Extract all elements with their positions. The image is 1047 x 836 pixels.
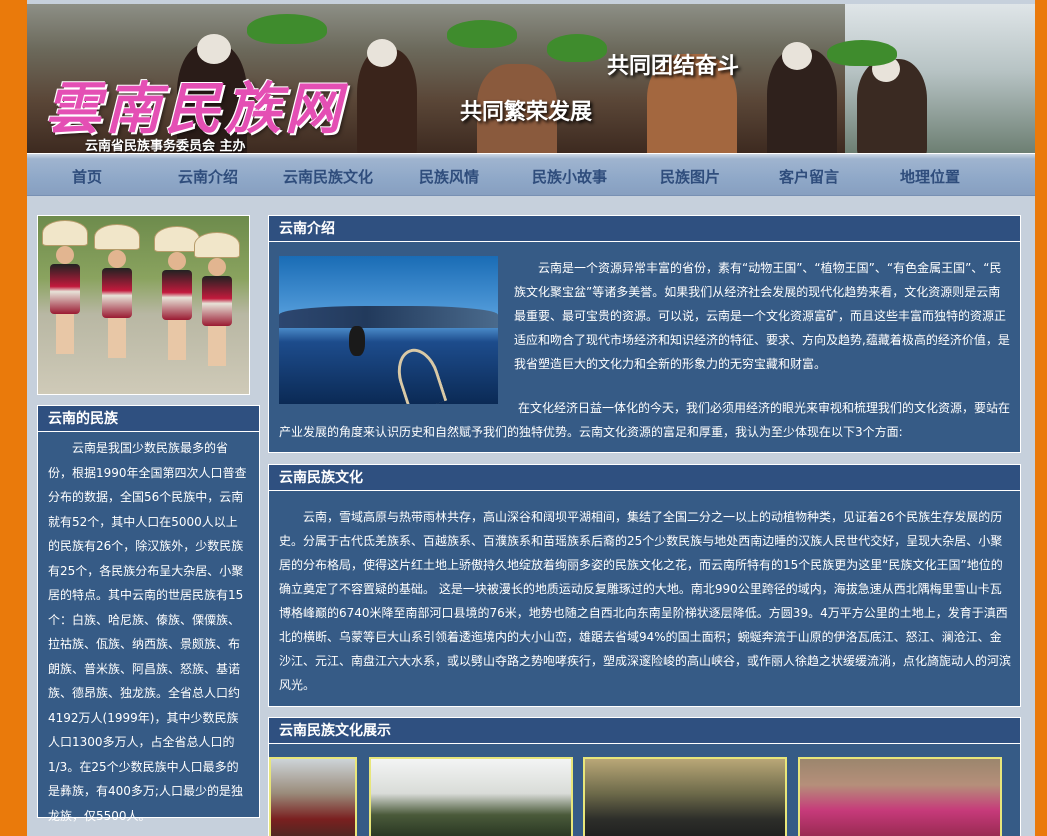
nav-item-home[interactable]: 首页 <box>72 166 102 187</box>
sponsor-text: 云南省民族事务委员会 主办 <box>85 139 246 153</box>
main-nav: 首页 云南介绍 云南民族文化 民族风情 民族小故事 民族图片 客户留言 地理位置 <box>27 153 1035 196</box>
slogan-bottom: 共同繁荣发展 <box>460 100 593 125</box>
banner-leaves <box>547 34 607 62</box>
gallery-title: 云南民族文化展示 <box>269 718 1020 744</box>
culture-title: 云南民族文化 <box>269 465 1020 491</box>
intro-paragraph-1: 云南是一个资源异常丰富的省份，素有“动物王国”、“植物王国”、“有色金属王国”、… <box>514 261 1010 371</box>
lake-boatman <box>349 326 365 356</box>
nav-item-ethnic-customs[interactable]: 民族风情 <box>419 166 479 187</box>
nations-title: 云南的民族 <box>38 406 259 432</box>
intro-panel: 云南介绍 云南是一个资源异常丰富的省份，素有“动物王国”、“植物王国”、“有色金… <box>268 215 1021 453</box>
nav-item-location[interactable]: 地理位置 <box>900 166 960 187</box>
nav-item-yunnan-intro[interactable]: 云南介绍 <box>178 166 238 187</box>
gallery-panel: 云南民族文化展示 <box>268 717 1021 836</box>
intro-paragraph-2: 在文化经济日益一体化的今天，我们必须用经济的眼光来审视和梳理我们的文化资源，要站… <box>279 401 1011 439</box>
nav-item-guestbook[interactable]: 客户留言 <box>779 166 839 187</box>
banner-headdress <box>367 39 397 67</box>
banner-leaves <box>447 20 517 48</box>
nav-item-ethnic-photos[interactable]: 民族图片 <box>660 166 720 187</box>
banner-leaves <box>827 40 897 66</box>
site-banner: 雲南民族网 云南省民族事务委员会 主办 共同团结奋斗 共同繁荣发展 <box>27 4 1035 153</box>
lake-mountains <box>279 306 498 328</box>
ethnic-girls-photo <box>37 215 250 395</box>
gallery-image[interactable] <box>583 757 787 836</box>
nations-panel: 云南的民族 云南是我国少数民族最多的省份，根据1990年全国第四次人口普查分布的… <box>37 405 260 823</box>
slogan-top: 共同团结奋斗 <box>607 54 740 79</box>
culture-panel: 云南民族文化 云南，雪域高原与热带雨林共存，高山深谷和阔坝平湖相间，集结了全国二… <box>268 464 1021 707</box>
gallery-image[interactable] <box>798 757 1002 836</box>
nations-text: 云南是我国少数民族最多的省份，根据1990年全国第四次人口普查分布的数据，全国5… <box>48 441 247 823</box>
banner-headdress <box>197 34 231 64</box>
left-frame <box>0 0 27 836</box>
banner-headdress <box>782 42 812 70</box>
gallery-image[interactable] <box>269 757 357 836</box>
site-logo[interactable]: 雲南民族网 <box>45 64 345 145</box>
banner-leaves <box>247 14 327 44</box>
intro-title: 云南介绍 <box>269 216 1020 242</box>
right-frame <box>1035 0 1047 836</box>
culture-text: 云南，雪域高原与热带雨林共存，高山深谷和阔坝平湖相间，集结了全国二分之一以上的动… <box>279 510 1012 692</box>
nav-item-ethnic-stories[interactable]: 民族小故事 <box>532 166 607 187</box>
lake-photo <box>279 256 498 404</box>
page: 雲南民族网 云南省民族事务委员会 主办 共同团结奋斗 共同繁荣发展 首页 云南介… <box>27 0 1035 836</box>
lake-boat <box>390 343 448 404</box>
gallery-image[interactable] <box>369 757 573 836</box>
nav-item-ethnic-culture[interactable]: 云南民族文化 <box>283 166 373 187</box>
